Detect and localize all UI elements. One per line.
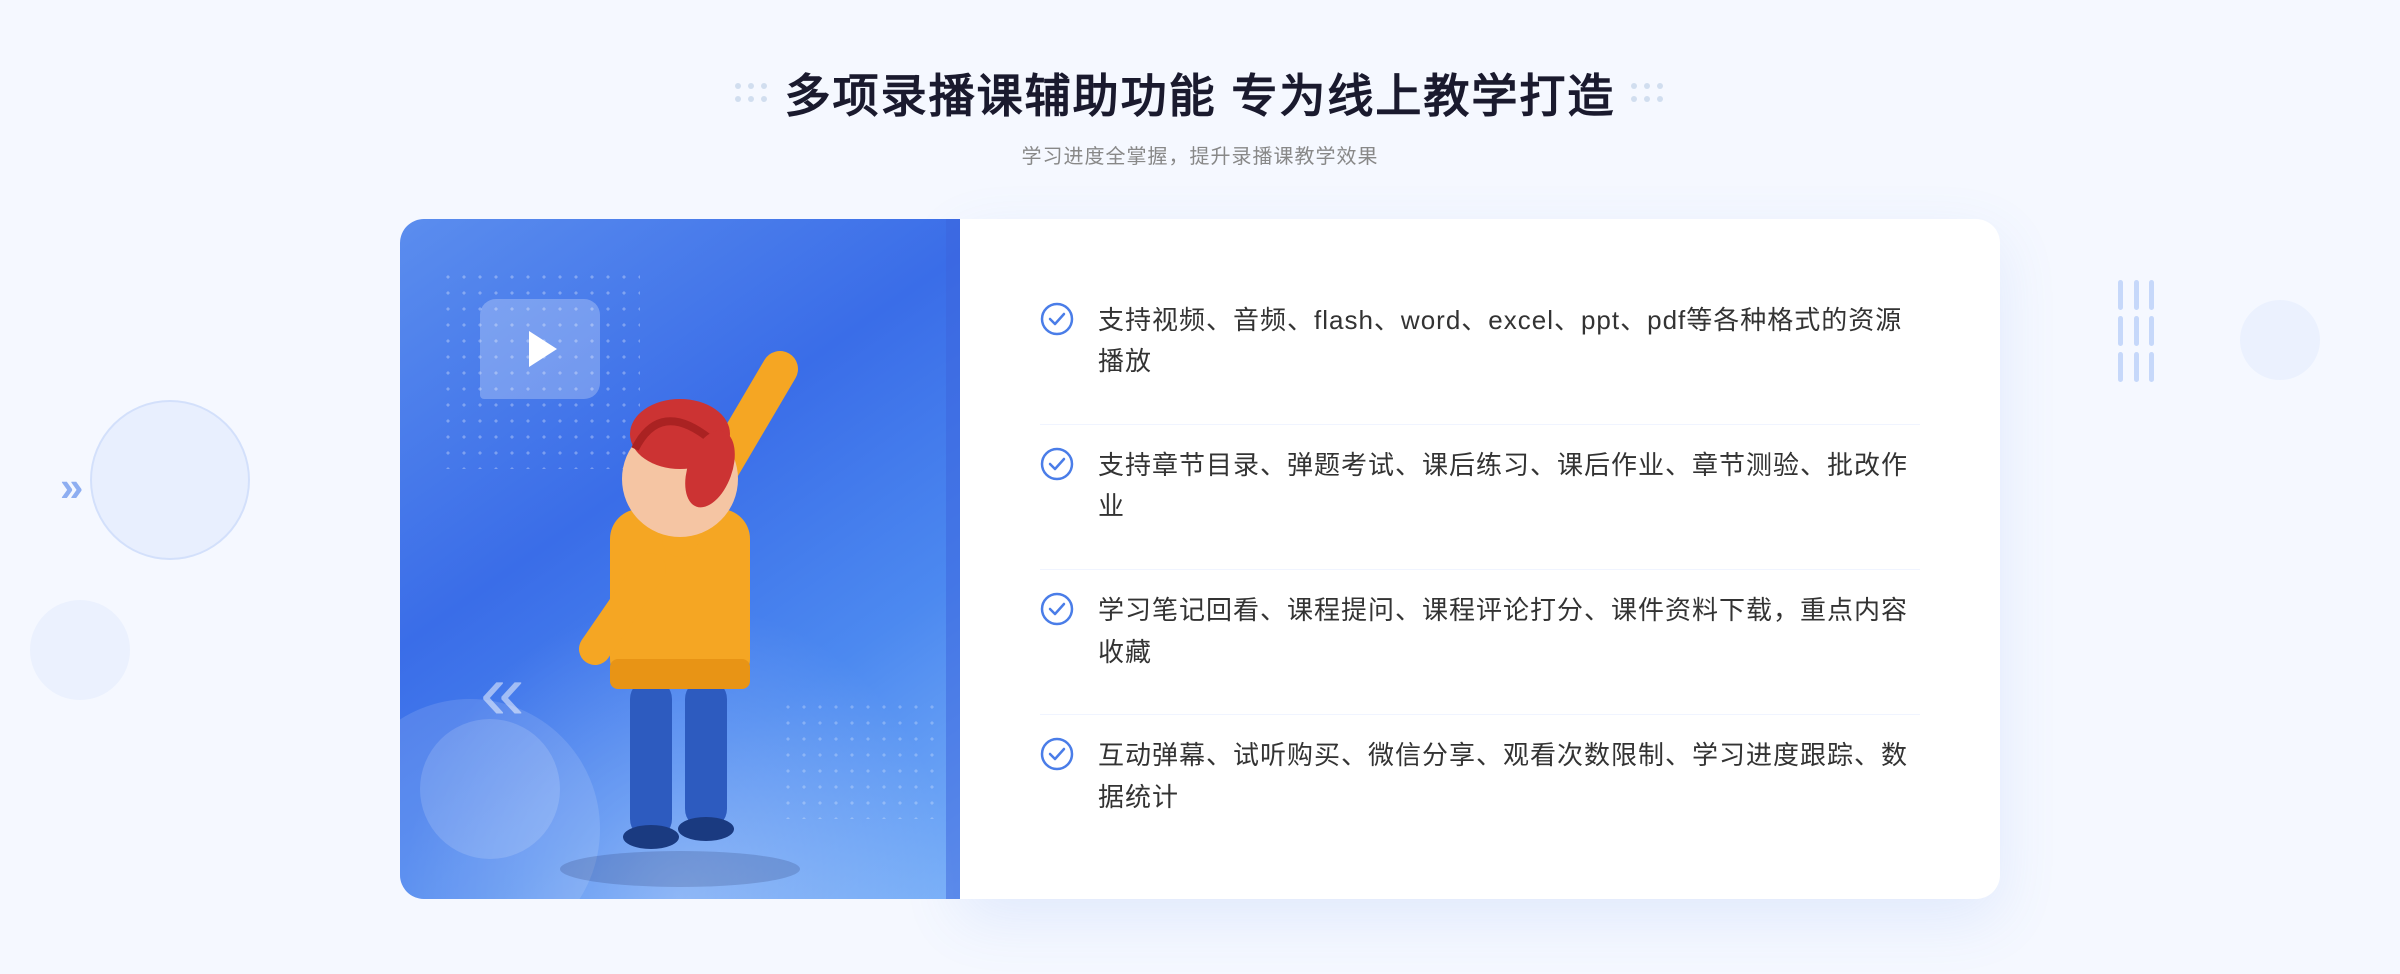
- svg-text:«: «: [480, 647, 525, 736]
- stripe-bar: [2149, 352, 2154, 382]
- header: 多项录播课辅助功能 专为线上教学打造 学习进度全掌握，提升录播课教学效果: [0, 0, 2400, 189]
- feature-text-4: 互动弹幕、试听购买、微信分享、观看次数限制、学习进度跟踪、数据统计: [1098, 735, 1920, 818]
- feature-item-1: 支持视频、音频、flash、word、excel、ppt、pdf等各种格式的资源…: [1040, 280, 1920, 403]
- header-dots-left: [735, 83, 769, 104]
- deco-circle-2: [30, 600, 130, 700]
- feature-item-2: 支持章节目录、弹题考试、课后练习、课后作业、章节测验、批改作业: [1040, 424, 1920, 548]
- main-content: « 支持视频、音频、flash、word、excel、ppt、pdf等各种格式的…: [400, 219, 2000, 899]
- check-icon-1: [1040, 302, 1074, 336]
- stripe-bar: [2118, 316, 2123, 346]
- dot: [1631, 83, 1637, 89]
- stripe-bar: [2149, 316, 2154, 346]
- page-subtitle: 学习进度全掌握，提升录播课教学效果: [0, 140, 2400, 169]
- stripe-bar: [2118, 280, 2123, 310]
- dot: [748, 83, 754, 89]
- stripe-bar: [2134, 316, 2139, 346]
- chevron-icon: »: [60, 463, 83, 510]
- left-illustration-panel: «: [400, 219, 960, 899]
- stripe-bar: [2134, 352, 2139, 382]
- dot: [748, 96, 754, 102]
- page-container: » 多项录播课辅助功能 专为线上教学打造: [0, 0, 2400, 974]
- check-icon-2: [1040, 447, 1074, 481]
- header-title-wrapper: 多项录播课辅助功能 专为线上教学打造: [0, 60, 2400, 126]
- dot: [761, 96, 767, 102]
- check-icon-3: [1040, 592, 1074, 626]
- dot: [1631, 96, 1637, 102]
- deco-circle-3: [2240, 300, 2320, 380]
- feature-text-3: 学习笔记回看、课程提问、课程评论打分、课件资料下载，重点内容收藏: [1098, 590, 1920, 673]
- feature-item-4: 互动弹幕、试听购买、微信分享、观看次数限制、学习进度跟踪、数据统计: [1040, 714, 1920, 838]
- stripe-decoration: [2118, 280, 2160, 382]
- dot: [1644, 83, 1650, 89]
- dot: [735, 96, 741, 102]
- right-content-panel: 支持视频、音频、flash、word、excel、ppt、pdf等各种格式的资源…: [960, 219, 2000, 899]
- dot: [1657, 83, 1663, 89]
- dot: [761, 83, 767, 89]
- feature-text-2: 支持章节目录、弹题考试、课后练习、课后作业、章节测验、批改作业: [1098, 445, 1920, 528]
- dot: [1657, 96, 1663, 102]
- deco-chevrons-left: »: [60, 463, 83, 511]
- deco-circle-1: [90, 400, 250, 560]
- page-title: 多项录播课辅助功能 专为线上教学打造: [785, 60, 1616, 126]
- stripe-bar: [2118, 352, 2123, 382]
- dot: [1644, 96, 1650, 102]
- check-icon-4: [1040, 737, 1074, 771]
- person-illustration: «: [400, 219, 960, 899]
- feature-item-3: 学习笔记回看、课程提问、课程评论打分、课件资料下载，重点内容收藏: [1040, 569, 1920, 693]
- header-dots-right: [1631, 83, 1665, 104]
- feature-text-1: 支持视频、音频、flash、word、excel、ppt、pdf等各种格式的资源…: [1098, 300, 1920, 383]
- dot: [735, 83, 741, 89]
- stripe-bar: [2149, 280, 2154, 310]
- stripe-bar: [2134, 280, 2139, 310]
